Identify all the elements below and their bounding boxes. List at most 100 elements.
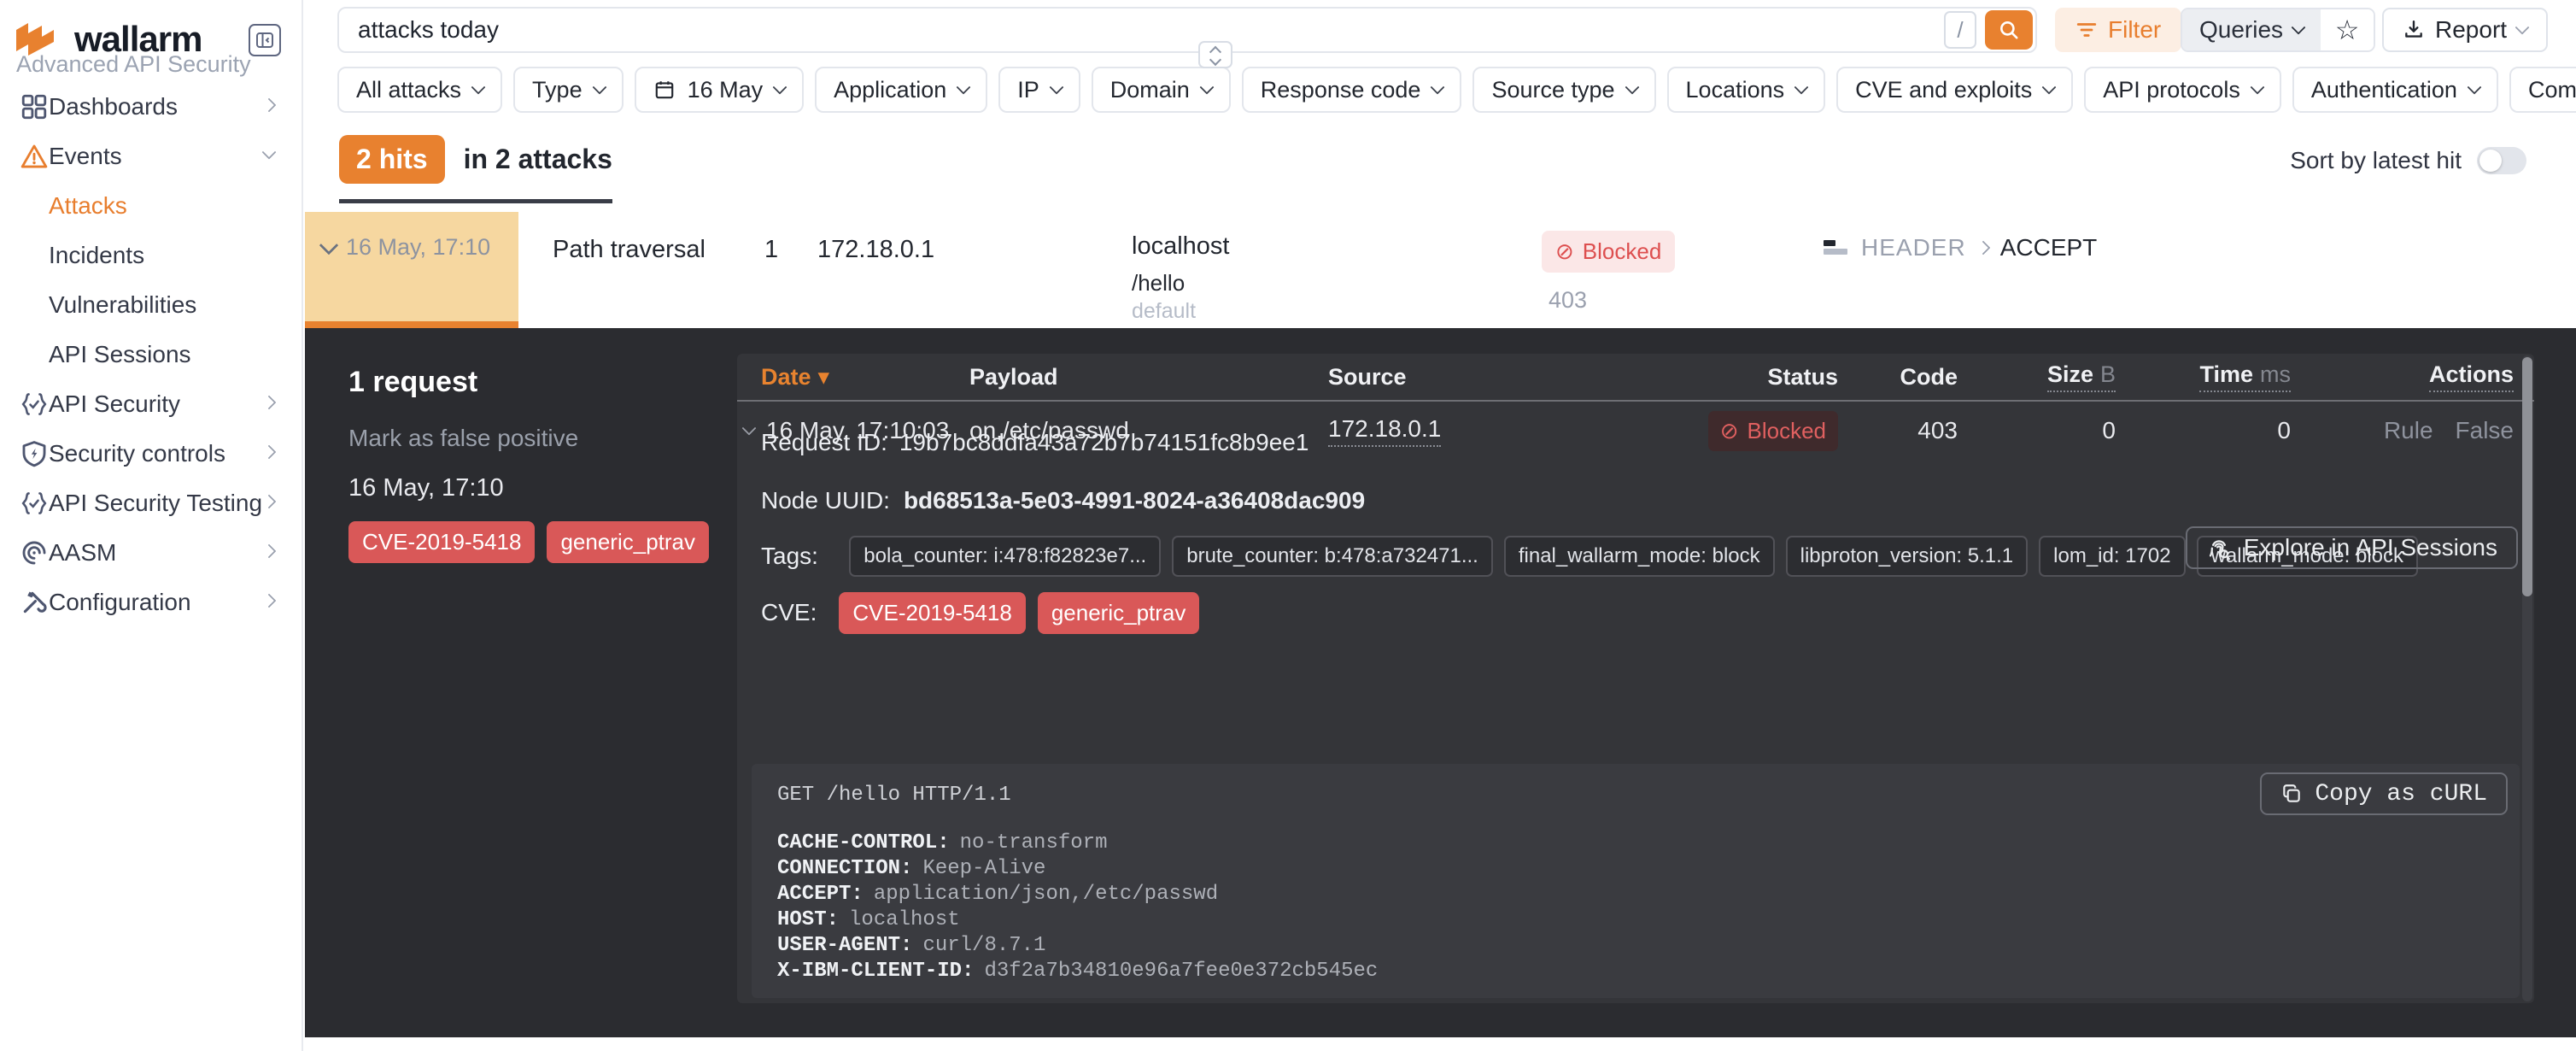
chevron-right-icon (1976, 241, 1990, 255)
http-header-line: CACHE-CONTROL:no-transform (777, 831, 2494, 856)
report-button-label: Report (2435, 16, 2507, 44)
braces-check-icon (19, 490, 50, 517)
detail-time: 16 May, 17:10 (348, 474, 724, 502)
http-header-line: ACCEPT:application/json,/etc/passwd (777, 882, 2494, 907)
mark-false-positive-link[interactable]: Mark as false positive (348, 425, 724, 452)
sidebar-item-dashboards[interactable]: Dashboards (0, 82, 302, 132)
status-badge: ⊘ Blocked (1542, 231, 1675, 273)
tag-chip[interactable]: lom_id: 1702 (2039, 536, 2185, 577)
search-button[interactable] (1985, 10, 2033, 50)
tag-chip-list: bola_counter: i:478:f82823e7... brute_co… (849, 536, 2418, 577)
explore-api-sessions-button[interactable]: Explore in API Sessions (2186, 526, 2518, 569)
copy-as-curl-button[interactable]: Copy as cURL (2260, 772, 2508, 815)
results-summary: 2 hits in 2 attacks (339, 135, 612, 203)
chevron-right-icon (264, 396, 274, 412)
cve-chip[interactable]: generic_ptrav (1038, 592, 1200, 634)
attack-tag-chips: CVE-2019-5418 generic_ptrav (348, 521, 724, 563)
brand-subtitle: Advanced API Security (16, 51, 251, 78)
request-metadata: Request ID: 19b7bc8ddfa43a72b7b74151fc8b… (761, 354, 2500, 632)
cve-chip[interactable]: CVE-2019-5418 (839, 592, 1025, 634)
chevron-down-icon (2292, 21, 2306, 35)
favorite-query-button[interactable]: ☆ (2321, 9, 2374, 50)
tag-chip[interactable]: brute_counter: b:478:a732471... (1172, 536, 1493, 577)
grid-icon (19, 92, 50, 121)
calendar-icon (653, 79, 676, 101)
attack-path: /hello (1132, 270, 1185, 297)
filter-button-label: Filter (2108, 16, 2161, 44)
sidebar-item-api-sessions[interactable]: API Sessions (0, 330, 302, 379)
filter-chip-application[interactable]: Application (815, 67, 987, 113)
scrollbar-thumb[interactable] (2522, 357, 2532, 596)
sidebar-item-aasm[interactable]: AASM (0, 528, 302, 578)
cve-label: CVE: (761, 599, 817, 626)
cve-chip-list: CVE-2019-5418 generic_ptrav (839, 592, 1199, 634)
filter-chip-cve-exploits[interactable]: CVE and exploits (1836, 67, 2073, 113)
sidebar-item-label: API Security (49, 390, 180, 418)
attack-date-cell[interactable]: 16 May, 17:10 (305, 212, 518, 321)
spiral-icon (19, 538, 50, 567)
filter-chip-domain[interactable]: Domain (1092, 67, 1231, 113)
cve-tag-chip[interactable]: generic_ptrav (547, 521, 709, 563)
http-header-line: CONNECTION:Keep-Alive (777, 856, 2494, 882)
copy-button-label: Copy as cURL (2315, 781, 2487, 807)
sidebar-item-vulnerabilities[interactable]: Vulnerabilities (0, 280, 302, 330)
filter-button[interactable]: Filter (2055, 8, 2181, 52)
filter-chip-locations[interactable]: Locations (1667, 67, 1826, 113)
filter-chip-response-code[interactable]: Response code (1242, 67, 1462, 113)
sidebar-item-label: Events (49, 143, 122, 170)
tag-chip[interactable]: final_wallarm_mode: block (1504, 536, 1775, 577)
chevron-right-icon (264, 595, 274, 610)
filter-chip-api-protocols[interactable]: API protocols (2084, 67, 2281, 113)
filter-chip-source-type[interactable]: Source type (1472, 67, 1655, 113)
collapse-sidebar-icon[interactable] (249, 24, 281, 56)
filter-chip-compare-to[interactable]: Compare to... (2509, 67, 2576, 113)
request-id-label: Request ID: (761, 429, 887, 456)
sidebar-item-api-security-testing[interactable]: API Security Testing (0, 479, 302, 528)
cve-tag-chip[interactable]: CVE-2019-5418 (348, 521, 535, 563)
filter-chip-ip[interactable]: IP (998, 67, 1080, 113)
node-uuid-value: bd68513a-5e03-4991-8024-a36408dac909 (904, 487, 1365, 514)
sidebar-item-events[interactable]: Events (0, 132, 302, 181)
request-id-value: 19b7bc8ddfa43a72b7b74151fc8b9ee1 (899, 429, 1309, 456)
main-content: / Filter Queries ☆ Report (305, 0, 2576, 1051)
chevron-right-icon (264, 545, 274, 561)
param-name: ACCEPT (2000, 234, 2098, 261)
filter-chip-type[interactable]: Type (513, 67, 624, 113)
tags-label: Tags: (761, 543, 818, 570)
http-request-line: GET /hello HTTP/1.1 (777, 783, 2494, 808)
sidebar-item-api-security[interactable]: API Security (0, 379, 302, 429)
attack-row[interactable]: 16 May, 17:10 Path traversal 1 172.18.0.… (305, 212, 2576, 328)
sidebar-item-attacks[interactable]: Attacks (0, 181, 302, 231)
sort-control: Sort by latest hit (2290, 147, 2526, 174)
attack-parameter: HEADER ACCEPT (1824, 234, 2097, 261)
collapse-searchbar-handle[interactable] (1198, 41, 1232, 68)
sidebar-item-configuration[interactable]: Configuration (0, 578, 302, 627)
sort-toggle[interactable] (2477, 147, 2526, 174)
sidebar-item-incidents[interactable]: Incidents (0, 231, 302, 280)
search-input[interactable] (339, 16, 1944, 44)
toggle-knob (2479, 150, 2502, 172)
braces-check-icon (19, 390, 50, 418)
tag-chip[interactable]: bola_counter: i:478:f82823e7... (849, 536, 1161, 577)
filter-chip-authentication[interactable]: Authentication (2292, 67, 2498, 113)
attack-type: Path traversal (553, 236, 705, 264)
sidebar: wallarm Advanced API Security Dashboards… (0, 0, 303, 1051)
report-button[interactable]: Report (2382, 8, 2548, 52)
fingerprint-search-icon (2206, 535, 2232, 561)
sidebar-item-security-controls[interactable]: Security controls (0, 429, 302, 479)
collapse-row-icon[interactable] (742, 421, 757, 436)
attack-hit-count: 1 (764, 236, 778, 264)
explore-button-label: Explore in API Sessions (2244, 534, 2497, 561)
sidebar-item-label: Configuration (49, 589, 191, 616)
attack-host: localhost (1132, 232, 1229, 261)
http-header-line: HOST:localhost (777, 907, 2494, 933)
tag-chip[interactable]: libproton_version: 5.1.1 (1786, 536, 2029, 577)
chevron-down-icon (2515, 21, 2530, 35)
blocked-icon: ⊘ (1555, 238, 1574, 265)
filter-chip-all-attacks[interactable]: All attacks (337, 67, 502, 113)
sidebar-item-label: Security controls (49, 440, 225, 467)
filter-chip-date[interactable]: 16 May (635, 67, 805, 113)
queries-dropdown[interactable]: Queries (2182, 9, 2321, 50)
chevron-right-icon (264, 99, 274, 114)
download-icon (2403, 19, 2425, 41)
